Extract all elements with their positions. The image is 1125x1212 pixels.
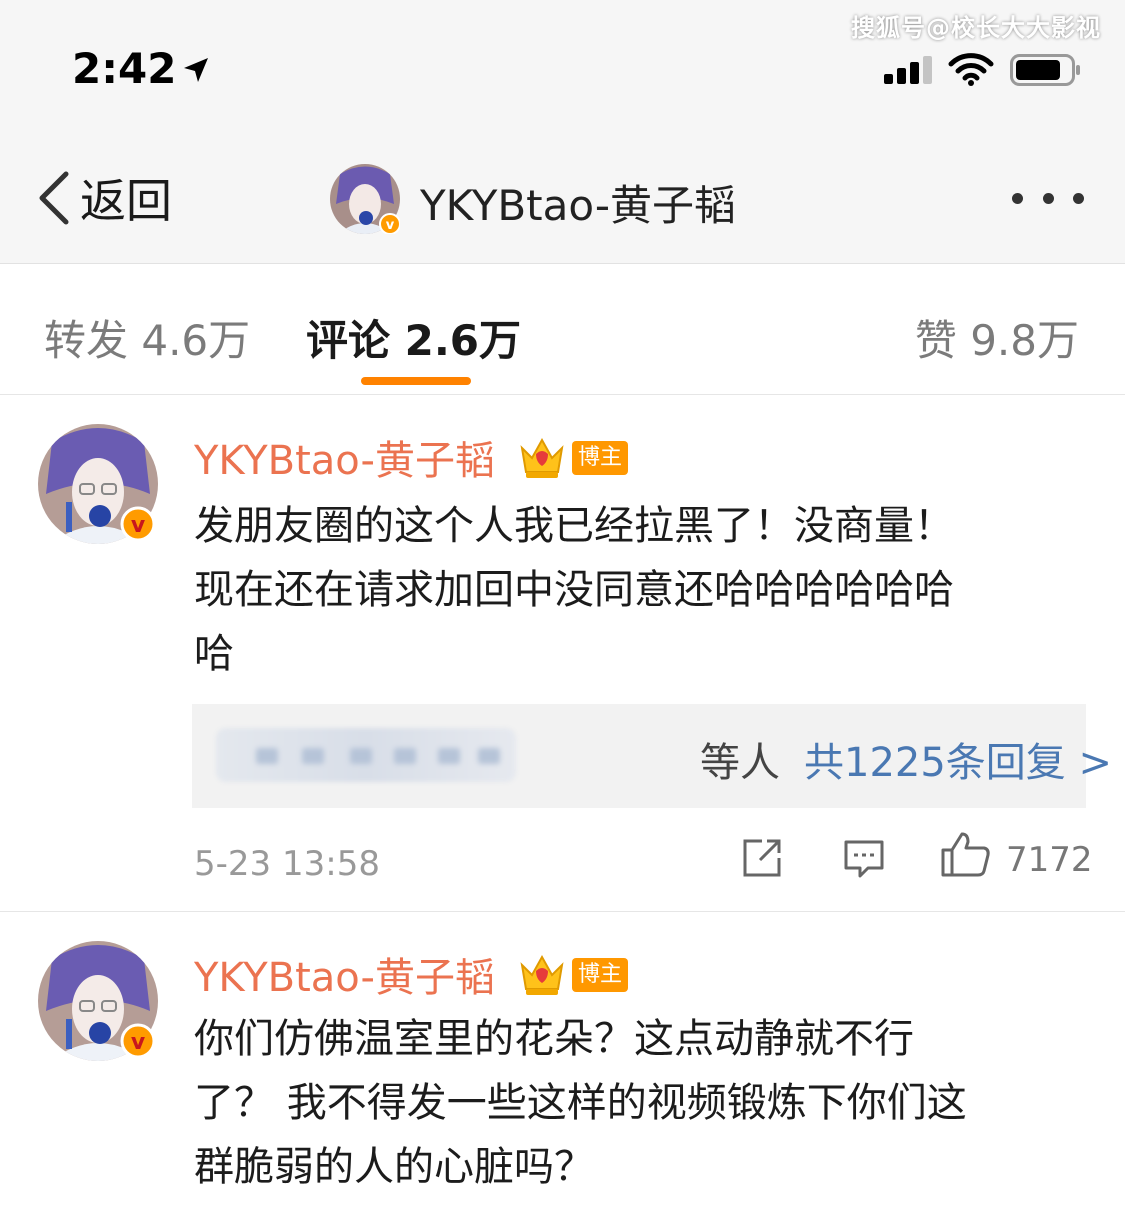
comment-text: 发朋友圈的这个人我已经拉黑了！没商量！ 现在还在请求加回中没同意还哈哈哈哈哈哈 … xyxy=(194,503,954,677)
like-count: 7172 xyxy=(1006,840,1093,880)
tab-comments[interactable]: 评论 2.6万 xyxy=(306,307,521,368)
watermark: 搜狐号@校长大大影视 xyxy=(851,14,1101,42)
more-dots-icon xyxy=(1012,192,1023,204)
comment-item: v YKYBtao-黄子韬 博主 你们仿佛温室里的花朵？这点动静就不行 了？ 我… xyxy=(0,913,1125,1212)
crown-icon xyxy=(520,437,564,478)
thumbs-up-icon[interactable] xyxy=(940,830,992,878)
host-badge: 博主 xyxy=(572,958,628,992)
tab-likes[interactable]: 赞 9.8万 xyxy=(915,307,1079,368)
svg-text:v: v xyxy=(131,513,146,538)
avatar[interactable]: v xyxy=(38,941,158,1061)
host-badge: 博主 xyxy=(572,441,628,475)
comment-username[interactable]: YKYBtao-黄子韬 xyxy=(194,428,495,486)
top-bar: 搜狐号@校长大大影视 2:42 返回 v YKYBtao-黄子韬 xyxy=(0,0,1125,264)
avatar[interactable]: v xyxy=(38,424,158,544)
svg-text:v: v xyxy=(131,1030,146,1055)
wifi-icon xyxy=(948,53,994,86)
crown-icon xyxy=(520,954,564,995)
back-label: 返回 xyxy=(80,174,172,228)
comment-icon[interactable] xyxy=(842,836,886,880)
comment-username[interactable]: YKYBtao-黄子韬 xyxy=(194,945,495,1003)
battery-icon xyxy=(1010,54,1080,86)
more-button[interactable] xyxy=(1012,186,1084,210)
replies-preview[interactable]: 等人 共1225条回复 > xyxy=(192,704,1112,808)
nav-title: YKYBtao-黄子韬 xyxy=(420,181,737,230)
chevron-left-icon xyxy=(39,171,69,225)
tab-reposts[interactable]: 转发 4.6万 xyxy=(44,307,250,368)
tab-bar: 转发 4.6万 评论 2.6万 赞 9.8万 xyxy=(0,265,1125,395)
location-arrow-icon xyxy=(184,58,208,82)
reply-suffix: 等人 xyxy=(700,740,780,786)
comment-timestamp: 5-23 13:58 xyxy=(194,844,380,884)
comment-item: v YKYBtao-黄子韬 博主 发朋友圈的这个人我已经拉黑了！没商量！ 现在还… xyxy=(0,396,1125,912)
avatar[interactable]: v xyxy=(330,164,400,234)
view-replies-link[interactable]: 共1225条回复 > xyxy=(804,730,1112,788)
back-button[interactable]: 返回 xyxy=(36,166,172,230)
svg-text:v: v xyxy=(386,218,395,233)
share-icon[interactable] xyxy=(740,836,784,880)
active-tab-indicator xyxy=(361,377,471,385)
status-time: 2:42 xyxy=(72,44,177,93)
cellular-signal-icon xyxy=(884,56,934,84)
blurred-reply-names xyxy=(216,728,516,782)
comment-text: 你们仿佛温室里的花朵？这点动静就不行 了？ 我不得发一些这样的视频锻炼下你们这 … xyxy=(194,1016,967,1190)
